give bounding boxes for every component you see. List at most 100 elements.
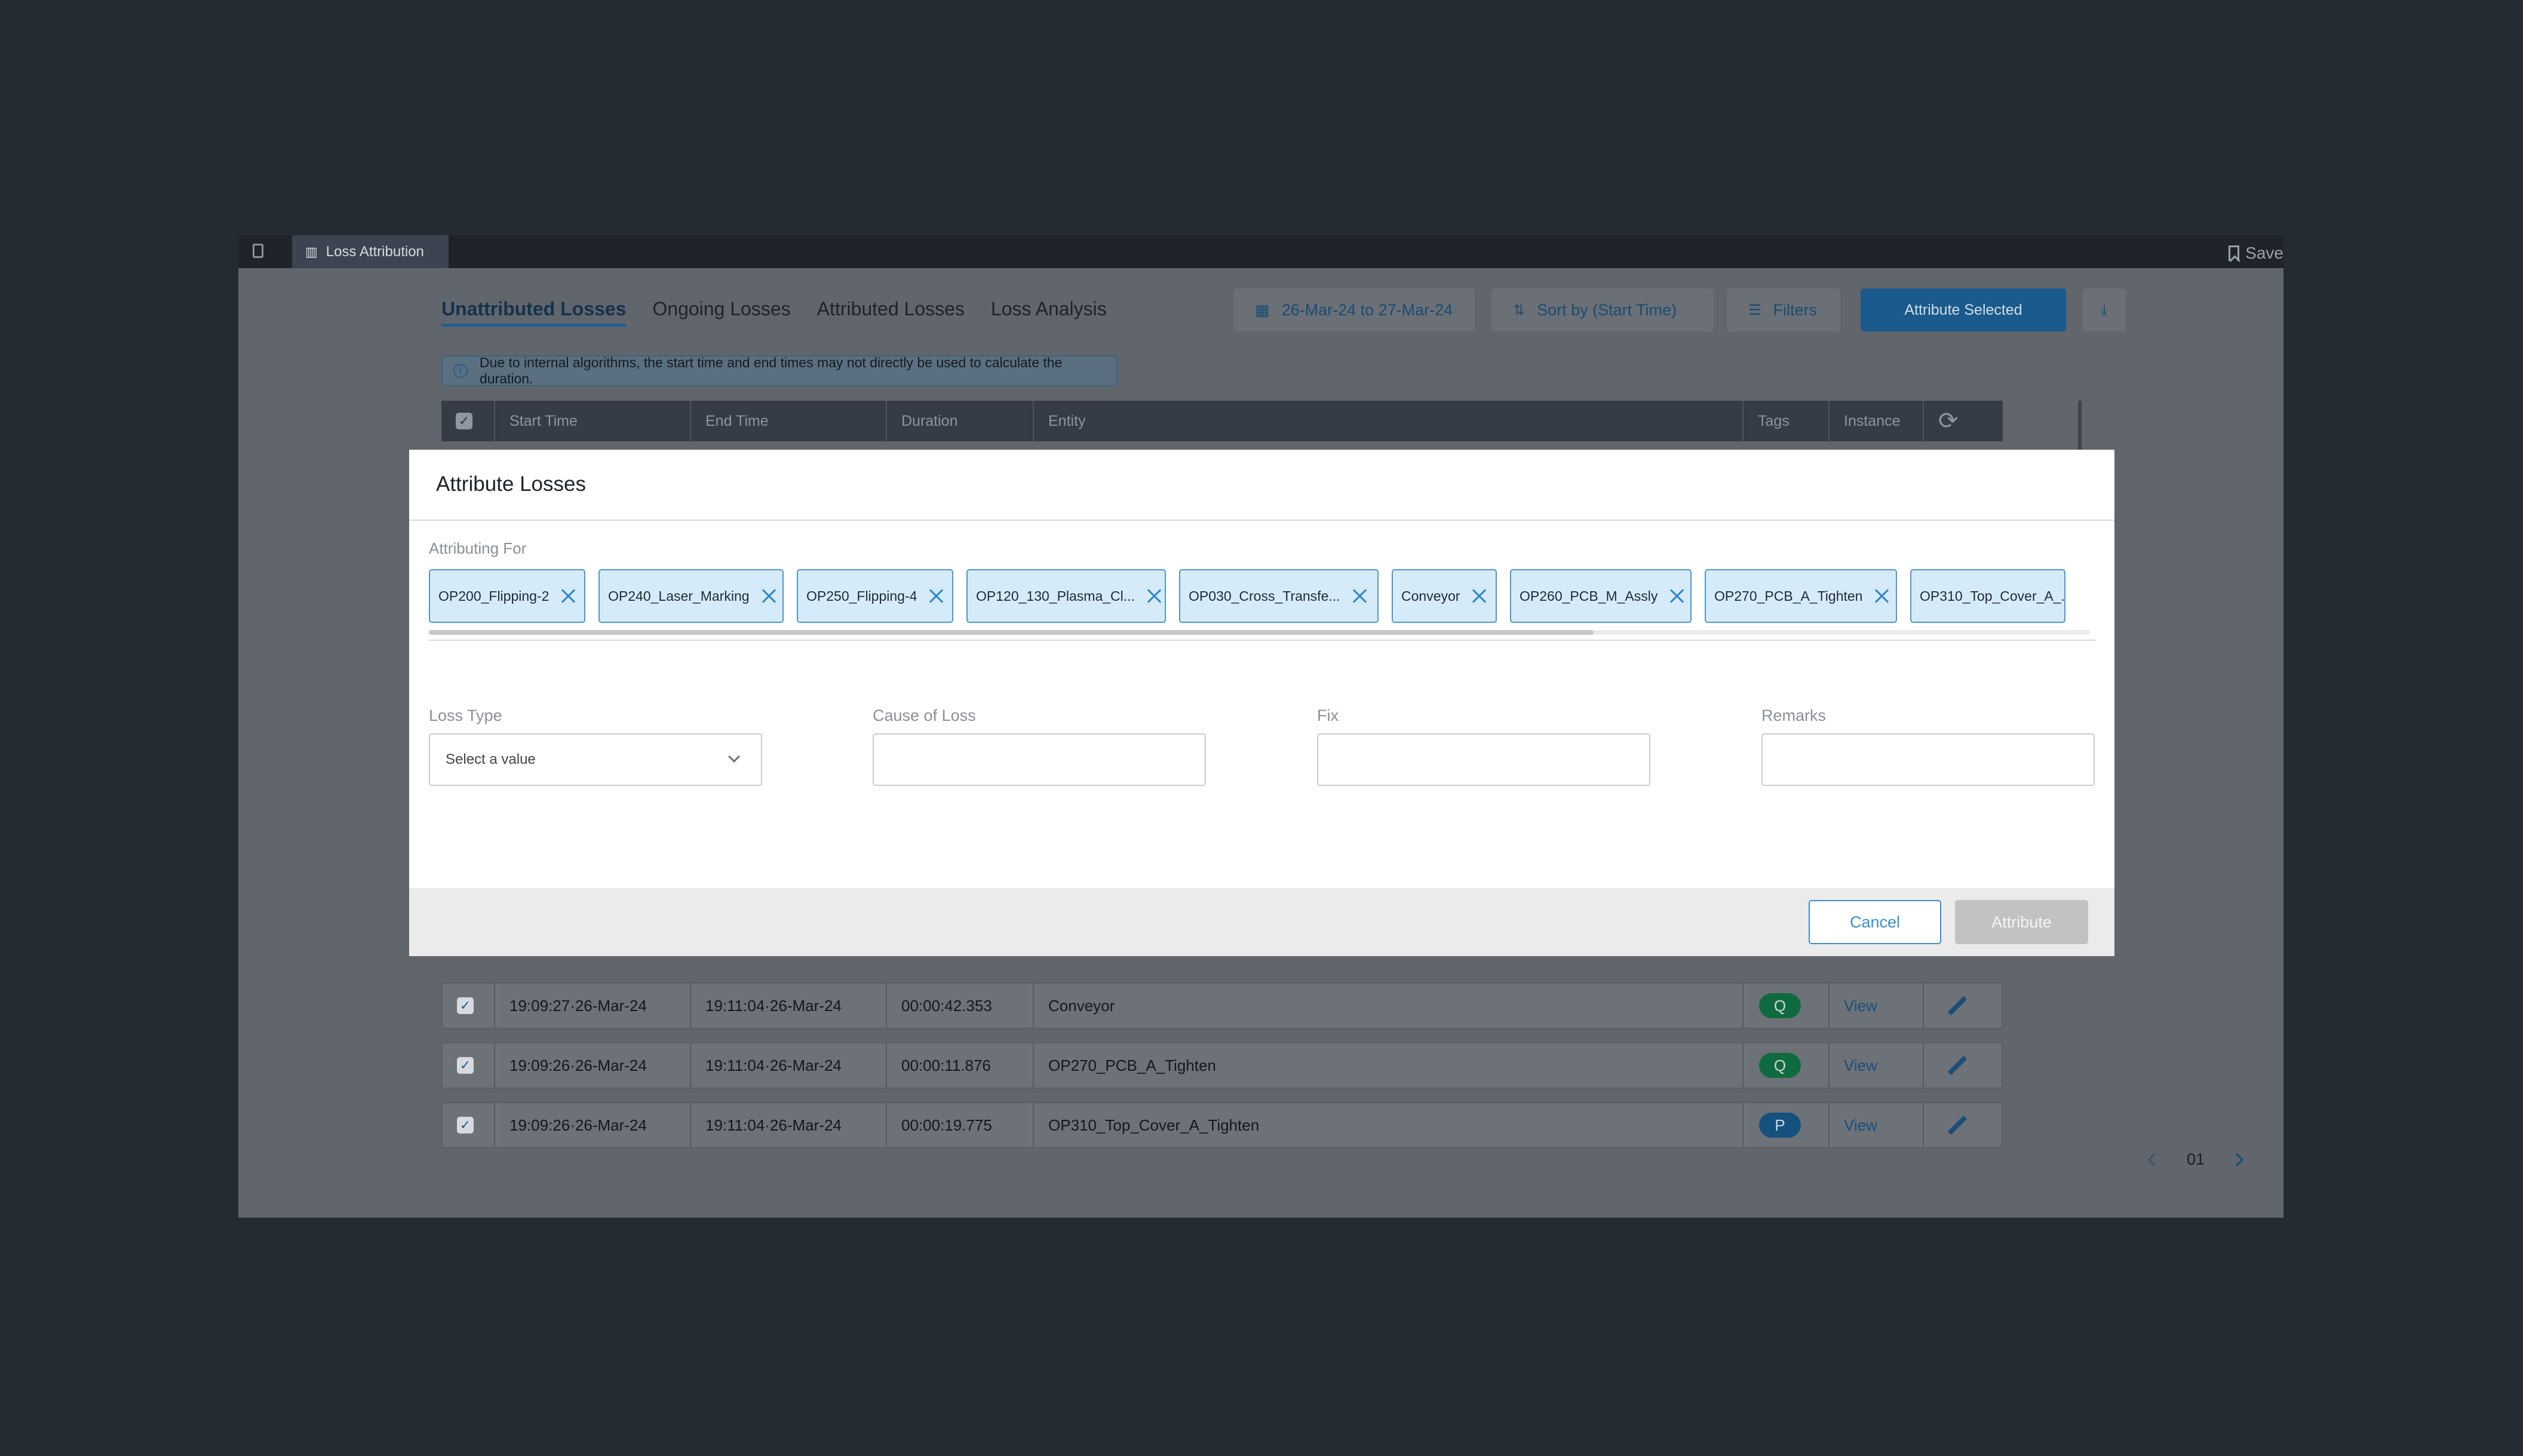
remarks-label: Remarks bbox=[1761, 707, 1827, 724]
row-checkbox[interactable]: ✓ bbox=[457, 1057, 474, 1074]
chips-scrollbar[interactable] bbox=[429, 630, 2089, 635]
view-link[interactable]: View bbox=[1844, 1056, 1877, 1075]
home-icon[interactable] bbox=[253, 244, 263, 258]
table-row[interactable]: ✓ 19:09:26·26-Mar-24 19:11:04·26-Mar-24 … bbox=[441, 1102, 2003, 1148]
chevron-down-icon bbox=[728, 751, 740, 763]
entity-chips-container: OP200_Flipping-2 OP240_Laser_Marking OP2… bbox=[429, 569, 2089, 623]
chips-scrollbar-thumb[interactable] bbox=[429, 630, 1594, 635]
duration-cell: 00:00:19.775 bbox=[886, 1103, 1033, 1147]
bookmark-icon bbox=[2229, 245, 2240, 261]
chip-label: OP240_Laser_Marking bbox=[608, 588, 750, 604]
table-scrollbar[interactable] bbox=[2078, 401, 2082, 453]
date-range-label: 26-Mar-24 to 27-Mar-24 bbox=[1281, 300, 1453, 319]
modal-title: Attribute Losses bbox=[436, 472, 586, 496]
refresh-icon[interactable]: ⟳ bbox=[1923, 401, 2003, 441]
entity-chip: OP250_Flipping-4 bbox=[797, 569, 953, 623]
row-checkbox-cell[interactable]: ✓ bbox=[443, 1043, 494, 1088]
end-time-cell: 19:11:04·26-Mar-24 bbox=[690, 984, 886, 1028]
col-end-time[interactable]: End Time bbox=[690, 401, 886, 441]
start-time-cell: 19:09:26·26-Mar-24 bbox=[494, 1103, 690, 1147]
tab-loss-analysis[interactable]: Loss Analysis bbox=[991, 298, 1107, 327]
entity-chip: Conveyor bbox=[1392, 569, 1497, 623]
attributing-for-label: Attributing For bbox=[429, 539, 527, 557]
tab-ongoing-losses[interactable]: Ongoing Losses bbox=[652, 298, 790, 327]
chip-label: OP310_Top_Cover_A_... bbox=[1920, 588, 2065, 604]
chip-label: OP120_130_Plasma_Cl... bbox=[976, 588, 1135, 604]
close-icon[interactable] bbox=[1352, 588, 1368, 604]
row-checkbox[interactable]: ✓ bbox=[457, 997, 474, 1014]
date-range-button[interactable]: ▦ 26-Mar-24 to 27-Mar-24 bbox=[1233, 288, 1475, 331]
sort-button[interactable]: ⇅ Sort by (Start Time) bbox=[1491, 288, 1714, 331]
page-number: 01 bbox=[2187, 1150, 2205, 1168]
entity-chip: OP200_Flipping-2 bbox=[429, 569, 585, 623]
col-entity[interactable]: Entity bbox=[1033, 401, 1742, 441]
info-note: i Due to internal algorithms, the start … bbox=[441, 355, 1118, 386]
attribute-selected-button[interactable]: Attribute Selected bbox=[1861, 288, 2066, 331]
end-time-cell: 19:11:04·26-Mar-24 bbox=[690, 1043, 886, 1088]
fix-input[interactable] bbox=[1317, 733, 1650, 786]
duration-cell: 00:00:42.353 bbox=[886, 984, 1033, 1028]
tag-badge: Q bbox=[1759, 1053, 1801, 1078]
close-icon[interactable] bbox=[1147, 588, 1162, 604]
close-icon[interactable] bbox=[561, 588, 576, 604]
instance-cell: View bbox=[1828, 1043, 1923, 1088]
chip-label: OP030_Cross_Transfe... bbox=[1189, 588, 1340, 604]
edit-pencil-icon[interactable] bbox=[1947, 1055, 1967, 1076]
entity-chip: OP310_Top_Cover_A_... bbox=[1910, 569, 2065, 623]
chart-icon: ▥ bbox=[305, 244, 318, 259]
col-instance: Instance bbox=[1828, 401, 1923, 441]
filter-icon: ☰ bbox=[1748, 302, 1761, 318]
view-link[interactable]: View bbox=[1844, 1116, 1877, 1135]
edit-cell bbox=[1923, 984, 2002, 1028]
cause-of-loss-input[interactable] bbox=[873, 733, 1206, 786]
filters-button[interactable]: ☰ Filters bbox=[1727, 288, 1840, 331]
filters-label: Filters bbox=[1773, 300, 1818, 319]
chip-label: OP250_Flipping-4 bbox=[806, 588, 917, 604]
tab-loss-attribution[interactable]: ▥ Loss Attribution bbox=[292, 235, 449, 268]
edit-pencil-icon[interactable] bbox=[1947, 996, 1967, 1016]
entity-cell: Conveyor bbox=[1033, 984, 1742, 1028]
attribute-button[interactable]: Attribute bbox=[1955, 900, 2088, 944]
table-row[interactable]: ✓ 19:09:26·26-Mar-24 19:11:04·26-Mar-24 … bbox=[441, 1042, 2003, 1089]
chip-label: Conveyor bbox=[1401, 588, 1460, 604]
close-icon[interactable] bbox=[762, 588, 777, 604]
row-checkbox[interactable]: ✓ bbox=[457, 1117, 474, 1134]
close-icon[interactable] bbox=[1472, 588, 1487, 604]
save-label: Save bbox=[2245, 244, 2283, 262]
entity-chip: OP240_Laser_Marking bbox=[598, 569, 784, 623]
remarks-input[interactable] bbox=[1761, 733, 2095, 786]
tag-badge: Q bbox=[1759, 993, 1801, 1018]
view-link[interactable]: View bbox=[1844, 997, 1877, 1015]
prev-page-icon[interactable] bbox=[2147, 1153, 2162, 1166]
download-button[interactable]: ⤓ bbox=[2083, 288, 2126, 331]
col-start-time[interactable]: Start Time bbox=[494, 401, 690, 441]
select-all-checkbox[interactable]: ✓ bbox=[456, 413, 472, 429]
row-checkbox-cell[interactable]: ✓ bbox=[443, 1103, 494, 1147]
save-button[interactable]: Save bbox=[2229, 244, 2283, 263]
entity-cell: OP310_Top_Cover_A_Tighten bbox=[1033, 1103, 1742, 1147]
sort-label: Sort by (Start Time) bbox=[1537, 300, 1677, 319]
next-page-icon[interactable] bbox=[2230, 1153, 2244, 1166]
row-checkbox-cell[interactable]: ✓ bbox=[443, 984, 494, 1028]
cancel-button[interactable]: Cancel bbox=[1809, 900, 1941, 944]
chips-divider bbox=[429, 640, 2095, 641]
close-icon[interactable] bbox=[929, 588, 944, 604]
entity-cell: OP270_PCB_A_Tighten bbox=[1033, 1043, 1742, 1088]
entity-chip: OP030_Cross_Transfe... bbox=[1179, 569, 1379, 623]
modal-footer: Cancel Attribute bbox=[409, 888, 2114, 956]
start-time-cell: 19:09:26·26-Mar-24 bbox=[494, 1043, 690, 1088]
close-icon[interactable] bbox=[1874, 588, 1890, 604]
select-all-cell[interactable]: ✓ bbox=[441, 401, 494, 441]
tag-cell: Q bbox=[1742, 984, 1828, 1028]
cause-of-loss-label: Cause of Loss bbox=[873, 707, 976, 724]
close-icon[interactable] bbox=[1669, 588, 1685, 604]
col-tags: Tags bbox=[1742, 401, 1828, 441]
loss-type-select[interactable]: Select a value bbox=[429, 733, 762, 786]
info-note-text: Due to internal algorithms, the start ti… bbox=[479, 355, 1063, 386]
table-row[interactable]: ✓ 19:09:27·26-Mar-24 19:11:04·26-Mar-24 … bbox=[441, 982, 2003, 1029]
tab-unattributed-losses[interactable]: Unattributed Losses bbox=[441, 298, 627, 327]
tab-attributed-losses[interactable]: Attributed Losses bbox=[817, 298, 965, 327]
edit-pencil-icon[interactable] bbox=[1947, 1115, 1967, 1135]
loss-type-label: Loss Type bbox=[429, 707, 502, 724]
col-duration[interactable]: Duration bbox=[886, 401, 1033, 441]
